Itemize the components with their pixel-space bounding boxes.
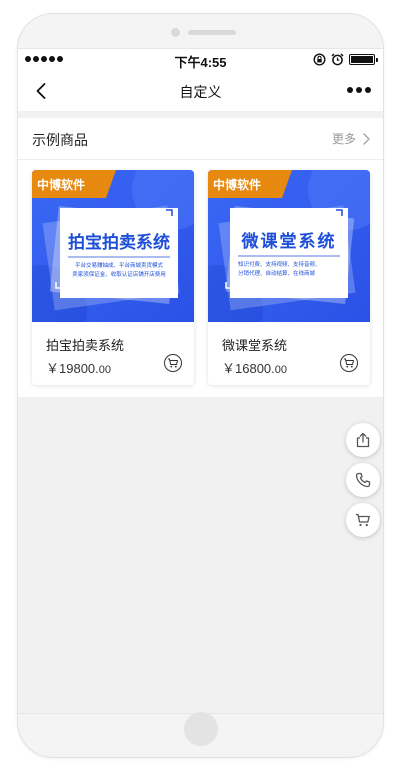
alarm-icon [331,53,344,66]
home-button[interactable] [184,712,218,746]
status-bar: 下午4:55 [18,49,383,71]
battery-icon [349,54,378,65]
call-button[interactable] [346,463,380,497]
share-button[interactable] [346,423,380,457]
product-image: 中博软件 拍宝拍卖系统 平台交易赚抽成、平台商城卖货模式 卖家须保证金、收取认证… [32,170,194,322]
product-grid: 中博软件 拍宝拍卖系统 平台交易赚抽成、平台商城卖货模式 卖家须保证金、收取认证… [18,160,383,397]
product-name: 拍宝拍卖系统 [46,338,125,353]
chevron-left-icon [36,83,46,99]
orientation-lock-icon [313,53,326,66]
product-image-desc-line2: 分销代理、自动结算、在线商城 [238,269,316,277]
cart-icon [344,358,354,368]
section-title: 示例商品 [32,132,88,148]
product-image-desc-line2: 卖家须保证金、收取认证店铺开店费用 [72,270,166,278]
speaker-grille [188,30,236,35]
cart-button[interactable] [346,503,380,537]
product-image-desc-line1: 平台交易赚抽成、平台商城卖货模式 [75,261,164,269]
add-to-cart-button[interactable] [164,354,182,372]
ellipsis-icon [347,87,353,93]
screen: 下午4:55 自定义 示例商品 更多 中博软件 拍宝拍卖系统 平台交易赚抽成、平… [18,48,383,714]
section-header: 示例商品 更多 [18,118,383,160]
back-button[interactable] [32,81,52,101]
product-image: 中博软件 微课堂系统 知识付费、支持视频、支持音频、 分销代理、自动结算、在线商… [208,170,370,322]
chevron-right-icon [363,132,370,145]
cart-icon [168,358,178,368]
camera-dot [171,28,180,37]
add-to-cart-button[interactable] [340,354,358,372]
page-title: 自定义 [179,84,222,100]
product-image-headline: 微课堂系统 [241,231,337,252]
product-card[interactable]: 中博软件 拍宝拍卖系统 平台交易赚抽成、平台商城卖货模式 卖家须保证金、收取认证… [32,170,194,385]
navigation-bar: 自定义 [18,71,383,111]
cart-icon [356,513,370,527]
more-options-button[interactable] [347,87,371,93]
phone-frame: 下午4:55 自定义 示例商品 更多 中博软件 拍宝拍卖系统 平台交易赚抽成、平… [17,13,384,758]
product-image-headline: 拍宝拍卖系统 [68,232,170,253]
product-image-desc-line1: 知识付费、支持视频、支持音频、 [238,260,321,268]
more-link-label: 更多 [331,132,356,146]
more-link[interactable]: 更多 [332,130,371,147]
product-price: ￥19800.00 [46,361,112,376]
brand-tag: 中博软件 [37,177,85,192]
product-card[interactable]: 中博软件 微课堂系统 知识付费、支持视频、支持音频、 分销代理、自动结算、在线商… [208,170,370,385]
phone-icon [355,472,371,488]
product-price: ￥16800.00 [222,361,288,376]
brand-tag: 中博软件 [213,177,261,192]
share-icon [356,432,370,448]
product-name: 微课堂系统 [222,338,288,353]
